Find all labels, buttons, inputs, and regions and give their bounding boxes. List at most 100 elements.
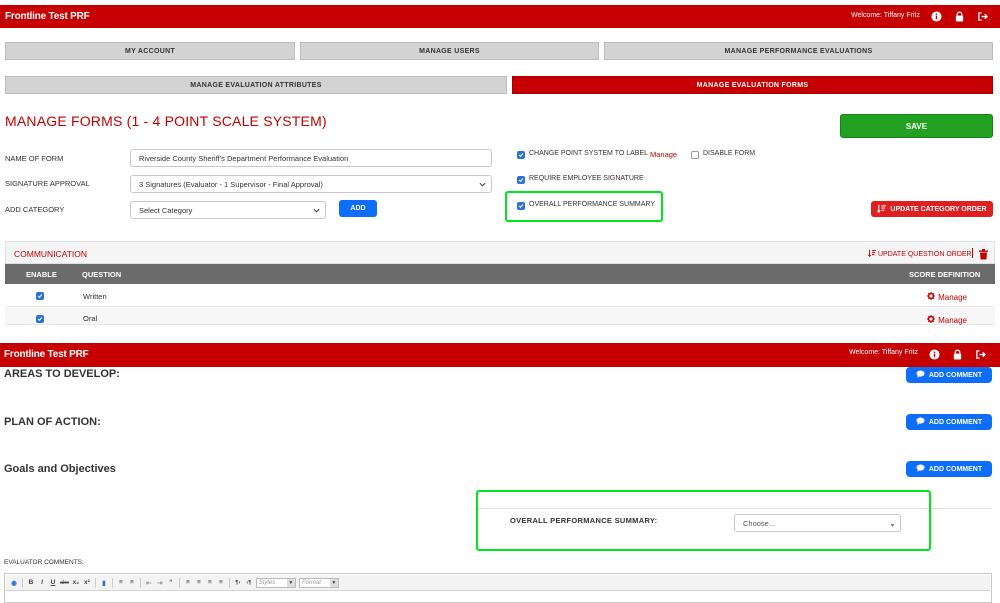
add-comment-button[interactable]: ADD COMMENT — [906, 367, 992, 383]
top-bar: Frontline Test PRF Welcome: Tiffany Frit… — [0, 5, 1000, 28]
add-category-select[interactable]: Select Category — [130, 201, 326, 219]
blockquote-icon[interactable]: “ — [167, 578, 175, 588]
trash-icon[interactable] — [979, 247, 988, 265]
ltr-icon[interactable]: ¶› — [234, 578, 242, 588]
divider — [972, 248, 973, 258]
update-question-order-link[interactable]: UPDATE QUESTION ORDER — [868, 249, 972, 259]
styles-select[interactable]: Styles ▼ — [255, 577, 296, 588]
divider — [139, 577, 141, 588]
nav-manage-evaluation-forms[interactable]: MANAGE EVALUATION FORMS — [512, 76, 993, 94]
highlight-box — [476, 490, 931, 551]
numbered-list-icon[interactable]: ≡ — [117, 578, 125, 588]
plan-of-action-heading: PLAN OF ACTION: — [4, 416, 101, 428]
chevron-down-icon: ▼ — [329, 578, 338, 587]
bold-icon[interactable]: B — [27, 578, 35, 588]
category-name: COMMUNICATION — [14, 249, 88, 259]
nav-manage-evaluation-attributes[interactable]: MANAGE EVALUATION ATTRIBUTES — [5, 76, 507, 94]
nav-manage-performance-evaluations[interactable]: MANAGE PERFORMANCE EVALUATIONS — [604, 42, 993, 60]
update-question-order-label: UPDATE QUESTION ORDER — [878, 250, 972, 258]
editor-toolbar: ◉ B I U abc x₂ x² ▮ ≡ ≡ ⇤ ⇥ “ ≡ ≡ ≡ ≡ ¶›… — [6, 575, 990, 591]
save-button[interactable]: SAVE — [840, 114, 993, 138]
app-title[interactable]: Frontline Test PRF — [5, 11, 90, 22]
update-category-order-button[interactable]: UPDATE CATEGORY ORDER — [871, 201, 993, 217]
eraser-icon[interactable]: ▮ — [100, 578, 108, 588]
require-signature-checkbox[interactable] — [517, 176, 525, 184]
change-point-label: CHANGE POINT SYSTEM TO LABEL — [529, 150, 649, 157]
enable-checkbox[interactable] — [36, 292, 44, 300]
app-title[interactable]: Frontline Test PRF — [4, 349, 89, 360]
top-bar: Frontline Test PRF Welcome: Tiffany Frit… — [0, 343, 1000, 367]
add-comment-label: ADD COMMENT — [928, 418, 983, 426]
signature-approval-select[interactable]: 3 Signatures (Evaluator - 1 Supervisor -… — [130, 175, 492, 193]
divider — [178, 577, 180, 588]
format-select[interactable]: Format ▼ — [298, 577, 339, 588]
manage-label: Manage — [938, 292, 967, 302]
manage-score-link[interactable]: Manage — [927, 315, 967, 325]
add-comment-label: ADD COMMENT — [928, 371, 983, 379]
evaluator-comments-editor[interactable]: ◉ B I U abc x₂ x² ▮ ≡ ≡ ⇤ ⇥ “ ≡ ≡ ≡ ≡ ¶›… — [4, 573, 992, 603]
nav-manage-users[interactable]: MANAGE USERS — [300, 42, 599, 60]
indent-icon[interactable]: ⇥ — [156, 578, 164, 588]
align-right-icon[interactable]: ≡ — [206, 578, 214, 588]
change-point-checkbox[interactable] — [517, 151, 525, 159]
signature-approval-label: SIGNATURE APPROVAL — [5, 179, 90, 188]
add-comment-button[interactable]: ADD COMMENT — [906, 414, 992, 430]
category-header: COMMUNICATION UPDATE QUESTION ORDER — [5, 241, 995, 264]
column-score-definition: SCORE DEFINITION — [909, 270, 981, 279]
column-question: QUESTION — [82, 270, 122, 279]
align-justify-icon[interactable]: ≡ — [217, 578, 225, 588]
welcome-text: Welcome: Tiffany Fritz — [851, 12, 920, 19]
subscript-icon[interactable]: x₂ — [72, 578, 80, 588]
strikethrough-icon[interactable]: abc — [60, 578, 69, 588]
outdent-icon[interactable]: ⇤ — [145, 578, 153, 588]
add-category-value: Select Category — [139, 205, 193, 215]
sort-icon — [877, 204, 887, 215]
disable-form-checkbox[interactable] — [691, 151, 699, 159]
align-center-icon[interactable]: ≡ — [195, 578, 203, 588]
comment-icon — [916, 370, 925, 380]
divider — [111, 577, 113, 588]
chevron-down-icon: ▼ — [286, 578, 295, 587]
superscript-icon[interactable]: x² — [83, 578, 91, 588]
highlight-box — [505, 191, 663, 222]
add-category-button[interactable]: ADD — [339, 200, 377, 217]
welcome-text: Welcome: Tiffany Fritz — [849, 349, 918, 356]
disable-form-label: DISABLE FORM — [703, 150, 756, 157]
underline-icon[interactable]: U — [49, 578, 57, 588]
question-table-header: ENABLE QUESTION SCORE DEFINITION — [5, 264, 995, 284]
divider — [22, 577, 23, 588]
logout-icon[interactable] — [976, 10, 988, 22]
table-row: Written Manage — [5, 285, 995, 307]
manage-point-link[interactable]: Manage — [650, 150, 677, 159]
info-icon[interactable] — [930, 10, 942, 22]
manage-label: Manage — [938, 315, 967, 325]
name-of-form-label: NAME OF FORM — [5, 154, 64, 163]
manage-score-link[interactable]: Manage — [927, 292, 967, 302]
italic-icon[interactable]: I — [38, 578, 46, 588]
add-comment-button[interactable]: ADD COMMENT — [906, 461, 992, 477]
areas-to-develop-heading: AREAS TO DEVELOP: — [4, 368, 120, 380]
logout-icon[interactable] — [974, 348, 986, 360]
add-category-label: ADD CATEGORY — [5, 205, 65, 214]
bulleted-list-icon[interactable]: ≡ — [128, 578, 136, 588]
lock-icon[interactable] — [953, 10, 965, 22]
name-of-form-input[interactable]: Riverside County Sheriff's Department Pe… — [130, 149, 492, 167]
info-icon[interactable] — [928, 348, 940, 360]
comment-icon — [916, 417, 925, 427]
page-title: MANAGE FORMS (1 - 4 POINT SCALE SYSTEM) — [5, 113, 327, 129]
gear-icon — [927, 315, 936, 325]
column-enable: ENABLE — [26, 270, 57, 279]
source-icon[interactable]: ◉ — [10, 578, 18, 588]
question-text: Written — [83, 292, 107, 301]
goals-objectives-heading: Goals and Objectives — [4, 463, 116, 475]
nav-my-account[interactable]: MY ACCOUNT — [5, 42, 295, 60]
enable-checkbox[interactable] — [36, 315, 44, 323]
rtl-icon[interactable]: ‹¶ — [245, 578, 253, 588]
align-left-icon[interactable]: ≡ — [184, 578, 192, 588]
divider — [228, 577, 230, 588]
lock-icon[interactable] — [951, 348, 963, 360]
comment-icon — [916, 464, 925, 474]
styles-label: Styles — [258, 579, 276, 586]
question-text: Oral — [83, 314, 98, 323]
gear-icon — [927, 292, 936, 302]
